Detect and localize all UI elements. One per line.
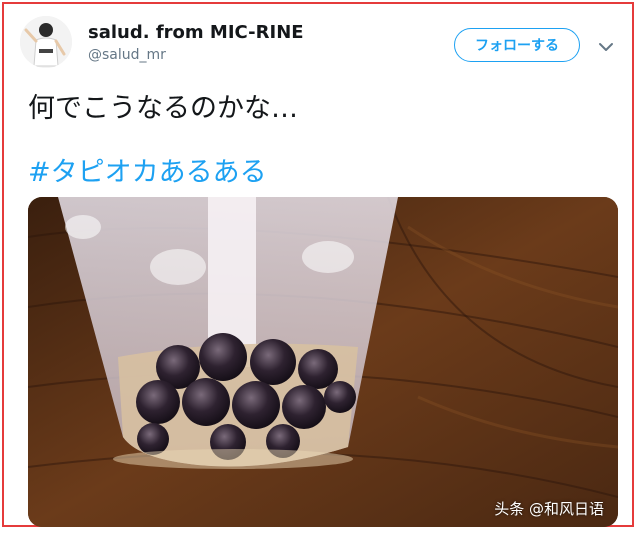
hashtag-link[interactable]: #タピオカあるある [28, 150, 267, 189]
photo-bubble-tea-illustration [28, 197, 618, 527]
tweet-text: 何でこうなるのかな… [28, 93, 298, 124]
tweet-card: salud. from MIC-RINE @salud_mr フォローする 何で… [2, 2, 634, 527]
user-handle[interactable]: @salud_mr [88, 47, 166, 63]
follow-button-label: フォローする [475, 38, 559, 54]
tweet-photo[interactable]: 头条 @和风日语 [28, 197, 618, 527]
chevron-down-icon[interactable] [598, 38, 614, 51]
avatar-person-icon [20, 16, 72, 68]
avatar[interactable] [20, 16, 72, 68]
follow-button[interactable]: フォローする [454, 28, 580, 62]
photo-watermark: 头条 @和风日语 [494, 500, 604, 518]
display-name[interactable]: salud. from MIC-RINE [88, 22, 304, 43]
